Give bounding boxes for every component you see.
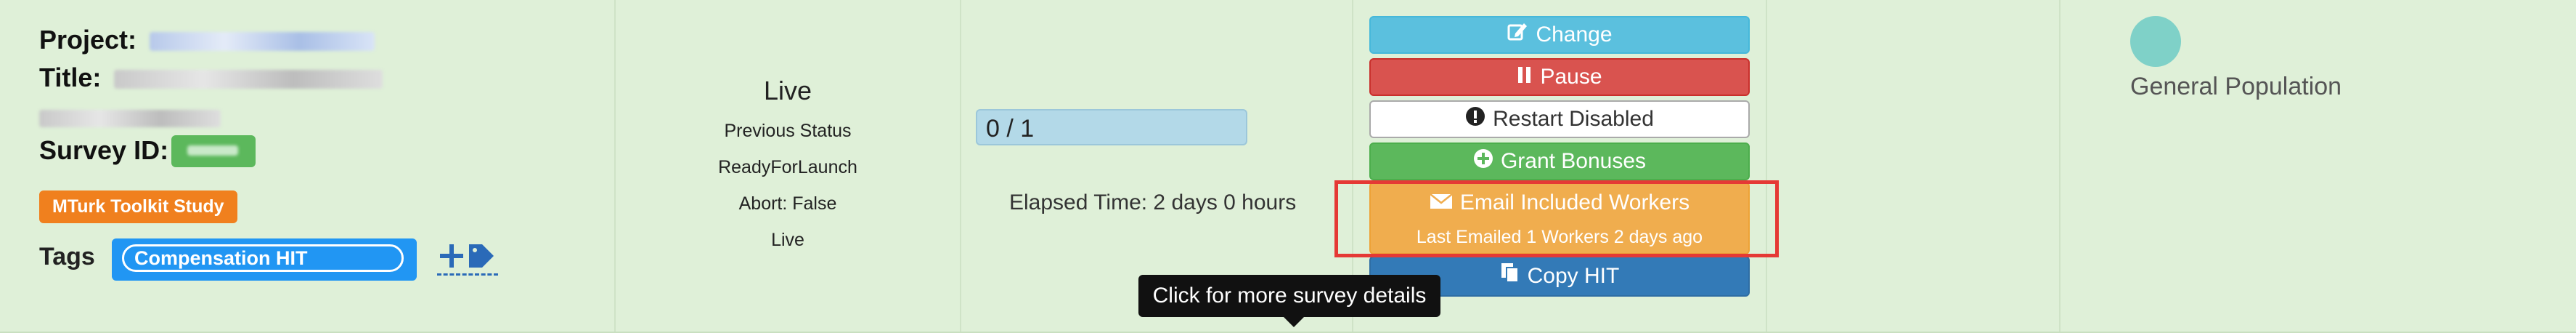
current-status: Live bbox=[763, 76, 812, 105]
audience-avatar bbox=[2130, 16, 2181, 67]
audience-column: General Population bbox=[2061, 0, 2576, 332]
title-label: Title: bbox=[39, 63, 102, 92]
edit-icon bbox=[1507, 18, 1528, 53]
completion-count: 0 / 1 bbox=[986, 115, 1035, 143]
survey-info-column: Project: Title: Survey ID: MTurk Toolkit… bbox=[0, 0, 616, 332]
abort-status: Abort: False bbox=[738, 193, 837, 214]
audience-label: General Population bbox=[2130, 73, 2342, 100]
title-redacted bbox=[114, 70, 383, 89]
title-line-2 bbox=[39, 102, 221, 132]
add-tag-icon[interactable] bbox=[437, 240, 498, 276]
empty-column bbox=[1767, 0, 2061, 332]
project-line: Project: bbox=[39, 25, 375, 55]
change-button[interactable]: Change bbox=[1369, 16, 1750, 54]
status-column: Live Previous Status ReadyForLaunch Abor… bbox=[616, 0, 961, 332]
restart-label: Restart Disabled bbox=[1493, 107, 1654, 131]
grant-bonuses-button[interactable]: Grant Bonuses bbox=[1369, 143, 1750, 180]
restart-disabled-button[interactable]: Restart Disabled bbox=[1369, 100, 1750, 138]
grant-label: Grant Bonuses bbox=[1500, 149, 1647, 173]
title-redacted-2 bbox=[39, 110, 221, 128]
tag-compensation-hit[interactable]: Compensation HIT bbox=[122, 244, 404, 272]
email-line: Email Included Workers bbox=[1371, 190, 1748, 216]
exclamation-circle-icon bbox=[1465, 103, 1485, 137]
project-label: Project: bbox=[39, 25, 137, 55]
tag-container: Compensation HIT bbox=[112, 238, 417, 281]
completion-progress-bar: 0 / 1 bbox=[976, 109, 1247, 145]
copy-icon bbox=[1500, 258, 1520, 296]
previous-status-label: Previous Status bbox=[724, 121, 852, 141]
survey-details-tooltip: Click for more survey details bbox=[1138, 275, 1440, 327]
survey-id-badge[interactable] bbox=[171, 135, 256, 167]
survey-id-line: Survey ID: bbox=[39, 135, 168, 166]
toolkit-study-badge: MTurk Toolkit Study bbox=[39, 190, 237, 223]
previous-status-value: ReadyForLaunch bbox=[718, 157, 857, 177]
elapsed-time: Elapsed Time: 2 days 0 hours bbox=[1009, 190, 1297, 214]
copy-label: Copy HIT bbox=[1527, 264, 1620, 288]
survey-id-redacted bbox=[187, 145, 238, 156]
tags-label: Tags bbox=[39, 243, 95, 270]
envelope-icon bbox=[1430, 191, 1453, 216]
pause-icon bbox=[1517, 60, 1533, 95]
title-line: Title: bbox=[39, 63, 383, 93]
plus-circle-icon bbox=[1473, 145, 1493, 180]
pause-label: Pause bbox=[1540, 65, 1602, 89]
email-label: Email Included Workers bbox=[1459, 190, 1690, 214]
live-status: Live bbox=[771, 230, 804, 250]
change-label: Change bbox=[1536, 23, 1613, 47]
email-included-workers-button[interactable]: Email Included Workers Last Emailed 1 Wo… bbox=[1369, 182, 1750, 254]
project-name-redacted[interactable] bbox=[150, 32, 375, 52]
pause-button[interactable]: Pause bbox=[1369, 58, 1750, 96]
last-emailed-text: Last Emailed 1 Workers 2 days ago bbox=[1416, 227, 1703, 247]
survey-id-label: Survey ID: bbox=[39, 135, 169, 165]
